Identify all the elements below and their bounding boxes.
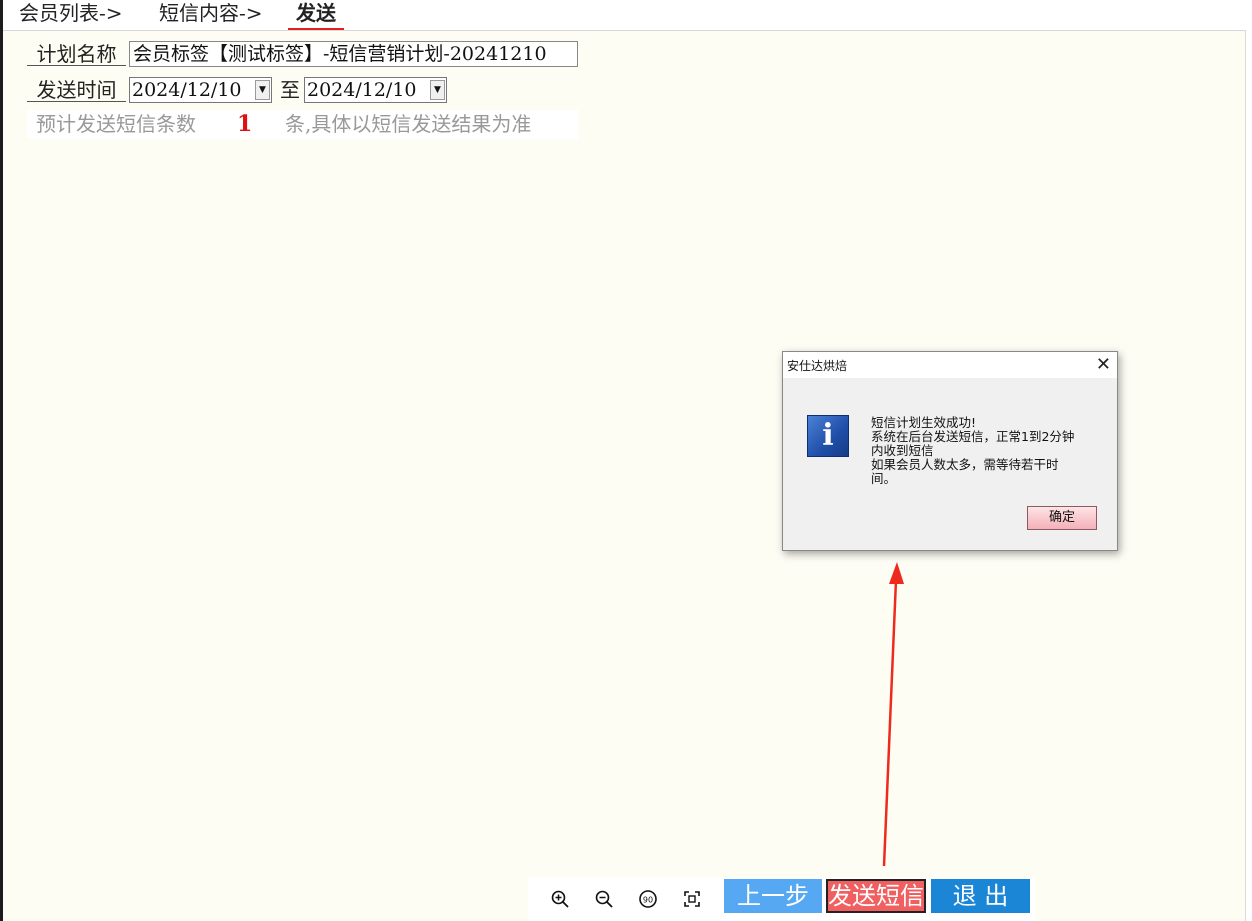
annotation-arrow <box>882 562 904 867</box>
